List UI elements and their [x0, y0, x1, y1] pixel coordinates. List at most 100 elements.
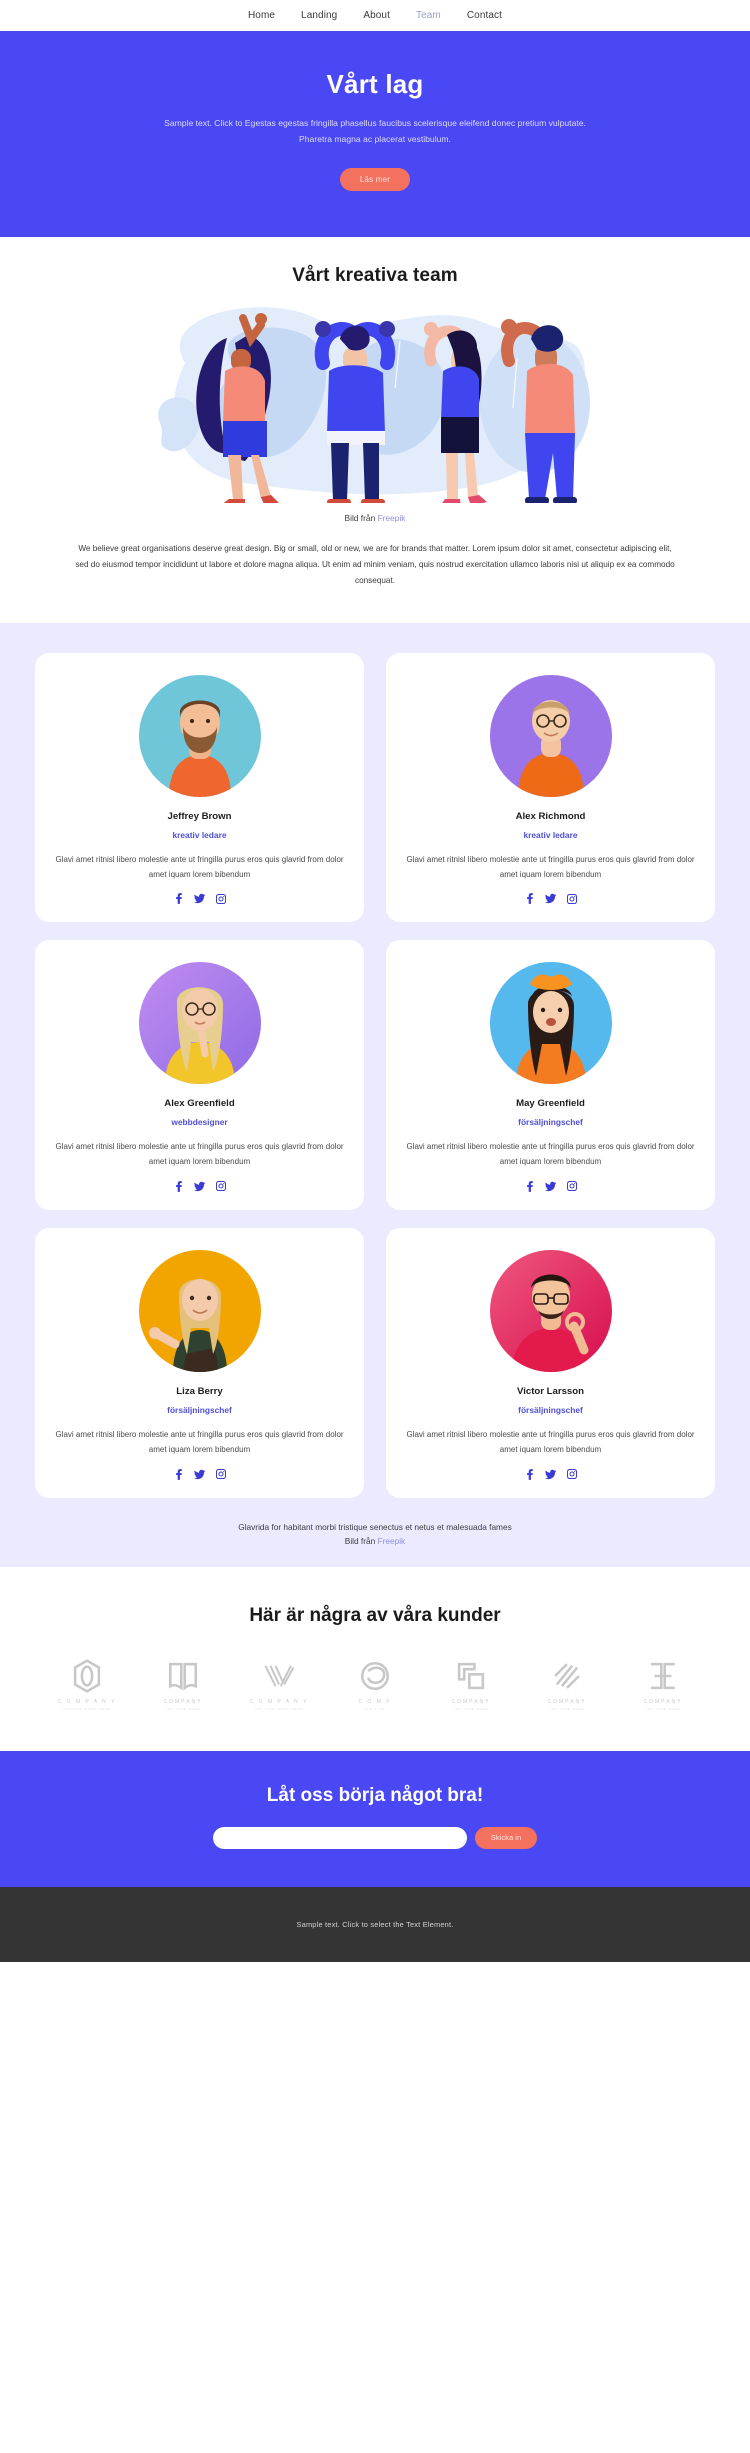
member-name: Jeffrey Brown [167, 810, 232, 822]
member-name: Alex Richmond [515, 810, 586, 822]
hero-subtitle: Sample text. Click to Egestas egestas fr… [164, 118, 586, 144]
nav-item-about[interactable]: About [363, 10, 390, 21]
twitter-icon[interactable] [544, 893, 556, 904]
twitter-icon[interactable] [193, 1181, 205, 1192]
team-card[interactable]: Jeffrey Brown kreativ ledare Glavi amet … [35, 652, 364, 923]
client-logo-name: C O M P A N Y [249, 1698, 309, 1705]
team-card[interactable]: Alex Greenfield webbdesigner Glavi amet … [35, 940, 364, 1210]
avatar [138, 962, 261, 1085]
submit-button[interactable]: Skicka in [474, 1826, 538, 1849]
email-input[interactable] [212, 1826, 467, 1849]
nav-item-landing[interactable]: Landing [301, 10, 337, 21]
team-grid: Jeffrey Brown kreativ ledare Glavi amet … [35, 652, 715, 1498]
team-card[interactable]: Liza Berry försäljningschef Glavi amet r… [35, 1227, 364, 1498]
member-role: försäljningschef [167, 1404, 232, 1415]
hero-title: Vårt lag [326, 69, 424, 99]
team-footnote-credit: Bild från Freepik [0, 1534, 750, 1549]
client-logos: C O M P A N Y TAGLINE GOES HERE COMPANY … [0, 1658, 750, 1711]
team-card[interactable]: May Greenfield försäljningschef Glavi am… [386, 940, 715, 1210]
twitter-icon[interactable] [544, 1181, 556, 1192]
facebook-icon[interactable] [525, 1468, 534, 1480]
instagram-icon[interactable] [215, 1469, 226, 1480]
team-footnote: Glavrida for habitant morbi tristique se… [0, 1520, 750, 1549]
client-logo-tagline: TAG LINE GOES HERE [254, 1706, 304, 1711]
facebook-icon[interactable] [174, 1181, 183, 1192]
team-members-section: Jeffrey Brown kreativ ledare Glavi amet … [0, 622, 750, 1567]
client-logo-name: COMPANY [163, 1698, 203, 1705]
member-role: kreativ ledare [172, 829, 227, 840]
member-role: webbdesigner [171, 1117, 228, 1128]
client-logo-tagline: TAG LINE HERE [549, 1706, 585, 1711]
instagram-icon[interactable] [215, 1181, 226, 1192]
client-logo-name: C O M P A N Y [57, 1698, 117, 1705]
member-description: Glavi amet ritnisl libero molestie ante … [55, 854, 344, 879]
subscribe-form: Skicka in [0, 1826, 750, 1849]
cta-heading: Låt oss börja något bra! [266, 1784, 484, 1806]
avatar [138, 674, 261, 797]
client-logo-name: C O M P [358, 1698, 392, 1705]
member-description: Glavi amet ritnisl libero molestie ante … [406, 1429, 695, 1454]
clients-section: Här är några av våra kunder C O M P A N … [0, 1566, 750, 1751]
creative-team-heading: Vårt kreativa team [292, 264, 458, 286]
client-logo-tagline: TAGLINE GOES HERE [63, 1706, 111, 1711]
client-logo-name: COMPANY [451, 1698, 491, 1705]
member-name: Liza Berry [176, 1385, 223, 1397]
member-role: försäljningschef [518, 1404, 583, 1415]
client-logo-tagline: TAG L NE [364, 1706, 386, 1711]
open-book-mark [168, 1662, 198, 1691]
member-role: försäljningschef [518, 1117, 583, 1128]
twitter-icon[interactable] [193, 893, 205, 904]
nav-item-home[interactable]: Home [248, 10, 275, 21]
circle-hex-mark [73, 1658, 101, 1693]
cta-section: Låt oss börja något bra! Skicka in [0, 1750, 750, 1887]
nav-item-team[interactable]: Team [416, 10, 441, 21]
member-description: Glavi amet ritnisl libero molestie ante … [406, 854, 695, 879]
client-logo-tagline: TAG LINE HERE [165, 1706, 201, 1711]
diagonal-lines-mark [554, 1662, 580, 1689]
nav-item-contact[interactable]: Contact [467, 10, 502, 21]
image-credit: Bild från Freepik [0, 513, 750, 523]
footer-text: Sample text. Click to select the Text El… [296, 1919, 454, 1929]
client-logo-name: COMPANY [643, 1698, 683, 1705]
instagram-icon[interactable] [215, 893, 226, 904]
client-logo[interactable]: COMPANY TAG LINE HERE [531, 1659, 603, 1711]
corner-squares-mark [457, 1662, 485, 1689]
client-logo-tagline: TAG LINE HERE [453, 1706, 489, 1711]
creative-team-paragraph: We believe great organisations deserve g… [75, 543, 675, 585]
member-description: Glavi amet ritnisl libero molestie ante … [55, 1142, 344, 1167]
facebook-icon[interactable] [525, 893, 534, 905]
facebook-icon[interactable] [174, 893, 183, 905]
freepik-link[interactable]: Freepik [378, 513, 406, 523]
client-logo[interactable]: C O M P A N Y TAG LINE GOES HERE [243, 1659, 315, 1711]
team-card[interactable]: Alex Richmond kreativ ledare Glavi amet … [386, 652, 715, 923]
team-card[interactable]: Victor Larsson försäljningschef Glavi am… [386, 1227, 715, 1498]
social-links [53, 1181, 346, 1192]
twitter-icon[interactable] [544, 1469, 556, 1480]
swirl-circle-mark [360, 1661, 390, 1690]
freepik-link-2[interactable]: Freepik [378, 1536, 406, 1546]
client-logo[interactable]: C O M P A N Y TAGLINE GOES HERE [51, 1658, 123, 1711]
member-role: kreativ ledare [523, 829, 578, 840]
member-name: May Greenfield [516, 1098, 585, 1110]
facebook-icon[interactable] [525, 1181, 534, 1192]
avatar [489, 1249, 612, 1372]
avatar [489, 674, 612, 797]
instagram-icon[interactable] [566, 1181, 577, 1192]
member-description: Glavi amet ritnisl libero molestie ante … [406, 1142, 695, 1167]
avatar [489, 962, 612, 1085]
client-logo[interactable]: COMPANY TAG LINE HERE [627, 1659, 699, 1711]
page-footer: Sample text. Click to select the Text El… [0, 1886, 750, 1962]
instagram-icon[interactable] [566, 1469, 577, 1480]
team-footnote-credit-prefix: Bild från [344, 1536, 378, 1547]
hero-read-more-button[interactable]: Läs mer [339, 167, 411, 191]
client-logo[interactable]: COMPANY TAG LINE HERE [435, 1659, 507, 1711]
social-links [53, 893, 346, 905]
image-credit-prefix: Bild från [344, 512, 378, 523]
avatar [138, 1249, 261, 1372]
twitter-icon[interactable] [193, 1469, 205, 1480]
client-logo[interactable]: COMPANY TAG LINE HERE [147, 1659, 219, 1711]
facebook-icon[interactable] [174, 1468, 183, 1480]
client-logo-name: COMPANY [547, 1698, 587, 1705]
instagram-icon[interactable] [566, 893, 577, 904]
client-logo[interactable]: C O M P TAG L NE [339, 1659, 411, 1711]
